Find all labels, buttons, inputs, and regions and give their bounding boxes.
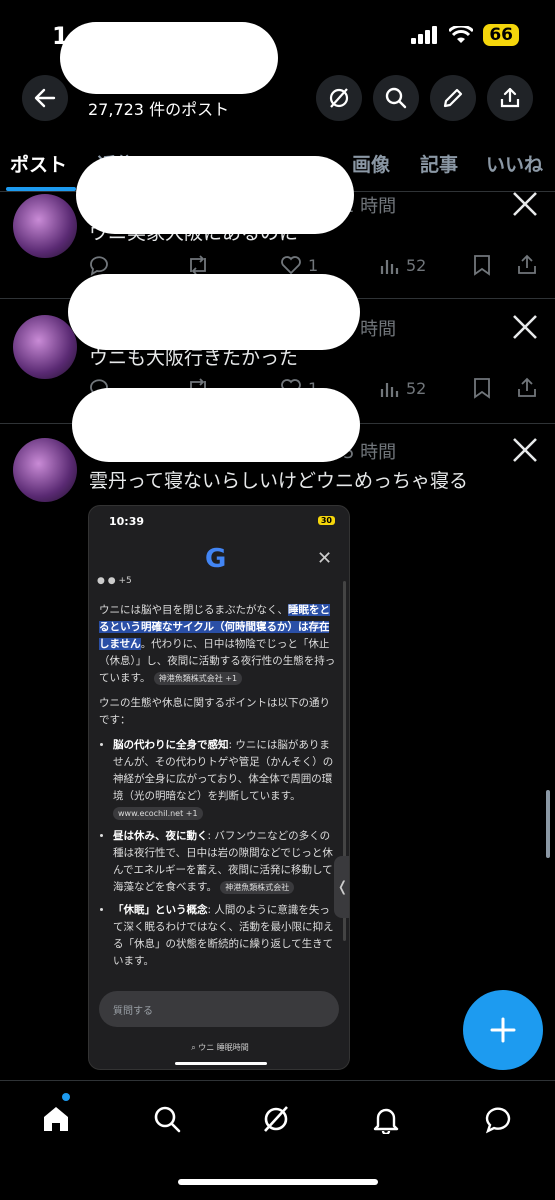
- view-count: 52: [406, 255, 427, 275]
- share-icon: [518, 377, 536, 397]
- avatar[interactable]: [13, 315, 77, 379]
- list-item: 脳の代わりに全身で感知: ウニには脳がありませんが、その代わりトゲや管足（かんそ…: [113, 737, 339, 822]
- pencil-icon: [443, 88, 463, 108]
- redaction: [68, 274, 360, 350]
- tab-articles[interactable]: 記事: [420, 150, 458, 177]
- compose-button[interactable]: [463, 990, 543, 1070]
- share-tweet-button[interactable]: [516, 254, 538, 276]
- bookmark-icon: [474, 378, 490, 399]
- grok-button[interactable]: [316, 75, 362, 121]
- source-chip: 神港魚類株式会社 +1: [153, 672, 243, 685]
- nav-home[interactable]: [38, 1101, 74, 1137]
- views-icon: [380, 383, 399, 397]
- tab-likes[interactable]: いいね: [486, 150, 543, 177]
- search-icon: [154, 1106, 181, 1133]
- close-icon: ✕: [317, 548, 333, 569]
- embedded-time: 10:39: [109, 515, 145, 528]
- sources-more: +5: [118, 576, 132, 586]
- ask-input: 質問する: [99, 991, 339, 1027]
- message-icon: [485, 1107, 511, 1134]
- tweet-text: 雲丹って寝ないらしいけどウニめっちゃ寝る: [89, 470, 469, 492]
- embedded-home-indicator: [175, 1062, 267, 1065]
- share-button[interactable]: [487, 75, 533, 121]
- x-logo-icon: [513, 438, 537, 462]
- back-button[interactable]: [22, 75, 68, 121]
- answer-text: ウニには脳や目を閉じるまぶたがなく、: [99, 604, 288, 616]
- heart-icon: [281, 256, 301, 275]
- x-logo-icon: [513, 192, 537, 216]
- embedded-status-bar: 10:39 30: [89, 506, 349, 536]
- signal-icon: [411, 26, 438, 44]
- repost-icon: [190, 255, 206, 275]
- redaction: [76, 156, 354, 234]
- notification-dot: [62, 1093, 70, 1101]
- bottom-navigation: [0, 1080, 555, 1200]
- repost-button[interactable]: [186, 254, 210, 276]
- bell-icon: [373, 1108, 399, 1134]
- redaction: [72, 388, 360, 462]
- avatar[interactable]: [13, 438, 77, 502]
- home-icon: [44, 1107, 68, 1131]
- views-button[interactable]: 52: [378, 254, 426, 276]
- share-tweet-button[interactable]: [516, 377, 538, 399]
- ai-answer: ウニには脳や目を閉じるまぶたがなく、睡眠をとるという明確なサイクル（何時間寝るか…: [99, 602, 339, 976]
- embedded-battery: 30: [317, 516, 335, 525]
- list-item-title: 昼は休み、夜に動く: [113, 830, 208, 842]
- tab-images[interactable]: 画像: [352, 150, 390, 177]
- grok-icon: [264, 1106, 288, 1132]
- share-icon: [518, 254, 536, 274]
- nav-grok[interactable]: [258, 1101, 294, 1137]
- redaction: [60, 22, 278, 94]
- home-indicator: [178, 1179, 378, 1185]
- answer-paragraph: ウニには脳や目を閉じるまぶたがなく、睡眠をとるという明確なサイクル（何時間寝るか…: [99, 602, 339, 687]
- tab-posts[interactable]: ポスト: [10, 150, 67, 177]
- list-item-title: 「休眠」という概念: [113, 904, 208, 916]
- plus-icon: [490, 1017, 516, 1043]
- nav-messages[interactable]: [480, 1101, 516, 1137]
- attached-image[interactable]: 10:39 30 G ✕ ● ● +5 ウニには脳や目を閉じるまぶたがなく、睡眠…: [88, 505, 350, 1070]
- grok-icon: [329, 88, 349, 108]
- embedded-footer: ⌕ ウニ 睡眠時間: [191, 1043, 249, 1052]
- list-item: 「休眠」という概念: 人間のように意識を失って深く眠るわけではなく、活動を最小限…: [113, 902, 339, 970]
- x-logo-icon: [513, 315, 537, 339]
- wifi-icon: [449, 26, 474, 43]
- side-panel-handle: ❬: [334, 856, 349, 918]
- post-count: 27,723 件のポスト: [88, 100, 230, 119]
- battery-indicator: 66: [483, 24, 519, 46]
- bookmark-button[interactable]: [472, 254, 492, 276]
- edit-button[interactable]: [430, 75, 476, 121]
- avatar[interactable]: [13, 194, 77, 258]
- reply-icon: [90, 256, 108, 276]
- answer-list: 脳の代わりに全身で感知: ウニには脳がありませんが、その代わりトゲや管足（かんそ…: [113, 737, 339, 970]
- search-icon: [385, 87, 407, 109]
- page-scrollbar[interactable]: [546, 790, 550, 858]
- like-count: 1: [308, 255, 319, 275]
- bookmark-button[interactable]: [472, 377, 492, 399]
- search-button[interactable]: [373, 75, 419, 121]
- views-icon: [380, 260, 399, 274]
- source-favicons: ● ● +5: [97, 576, 132, 586]
- nav-search[interactable]: [149, 1101, 185, 1137]
- status-icons: 66: [411, 24, 519, 46]
- answer-paragraph: ウニの生態や休息に関するポイントは以下の通りです：: [99, 697, 330, 726]
- list-item-title: 脳の代わりに全身で感知: [113, 739, 229, 751]
- back-arrow-icon: [34, 88, 56, 108]
- nav-notifications[interactable]: [368, 1101, 404, 1137]
- like-button[interactable]: 1: [280, 254, 318, 276]
- view-count: 52: [406, 378, 427, 398]
- source-chip: 神港魚類株式会社: [220, 881, 295, 894]
- source-chip: www.ecochil.net +1: [113, 807, 203, 820]
- footer-query: ウニ 睡眠時間: [198, 1043, 249, 1052]
- reply-button[interactable]: [88, 254, 110, 276]
- google-logo: G: [205, 544, 227, 574]
- views-button[interactable]: 52: [378, 377, 426, 399]
- list-item: 昼は休み、夜に動く: バフンウニなどの多くの種は夜行性で、日中は岩の隙間などでじ…: [113, 828, 339, 896]
- bookmark-icon: [474, 255, 490, 276]
- share-icon: [500, 87, 520, 108]
